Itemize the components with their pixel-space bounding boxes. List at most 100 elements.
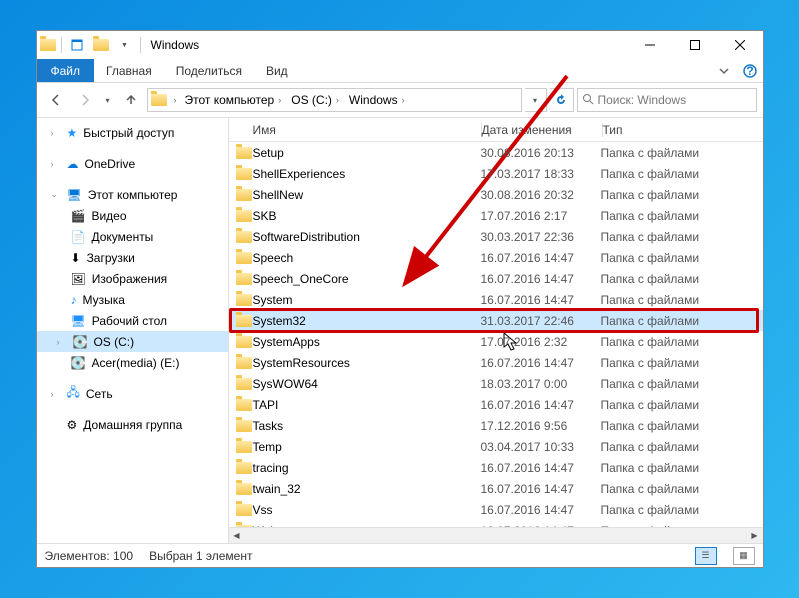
folder-icon: [229, 504, 253, 516]
breadcrumb-history-dropdown[interactable]: ▾: [525, 88, 547, 112]
file-type: Папка с файлами: [601, 146, 763, 160]
breadcrumb-item-folder[interactable]: Windows›: [345, 89, 411, 111]
nav-drive-e[interactable]: 💽Acer(media) (E:): [37, 352, 228, 373]
recent-dropdown[interactable]: ▾: [101, 87, 115, 113]
minimize-button[interactable]: [628, 31, 673, 59]
qat-customize-dropdown[interactable]: ▼: [114, 34, 136, 56]
file-row[interactable]: tracing16.07.2016 14:47Папка с файлами: [229, 457, 763, 478]
nav-video[interactable]: 🎬Видео: [37, 205, 228, 226]
file-name: TAPI: [253, 398, 481, 412]
file-type: Папка с файлами: [601, 503, 763, 517]
folder-icon: [229, 147, 253, 159]
desktop-icon: 🖥: [71, 314, 86, 328]
help-button[interactable]: ?: [737, 59, 763, 82]
file-row[interactable]: SystemApps17.07.2016 2:32Папка с файлами: [229, 331, 763, 352]
file-type: Папка с файлами: [601, 335, 763, 349]
search-icon: [582, 93, 594, 108]
file-type: Папка с файлами: [601, 293, 763, 307]
qat-new-folder-button[interactable]: [90, 34, 112, 56]
close-button[interactable]: [718, 31, 763, 59]
title-bar: ▼ Windows: [37, 31, 763, 59]
file-type: Папка с файлами: [601, 377, 763, 391]
selection-count: Выбран 1 элемент: [149, 549, 252, 563]
file-row[interactable]: Speech_OneCore16.07.2016 14:47Папка с фа…: [229, 268, 763, 289]
qat-properties-button[interactable]: [66, 34, 88, 56]
folder-icon: [229, 210, 253, 222]
folder-icon: [229, 357, 253, 369]
file-row[interactable]: SystemResources16.07.2016 14:47Папка с ф…: [229, 352, 763, 373]
file-row[interactable]: SysWOW6418.03.2017 0:00Папка с файлами: [229, 373, 763, 394]
svg-text:?: ?: [746, 64, 753, 78]
scroll-left-button[interactable]: ◀: [229, 528, 245, 544]
forward-button[interactable]: [72, 87, 98, 113]
horizontal-scrollbar[interactable]: ◀ ▶: [229, 527, 763, 543]
breadcrumb-item-drive[interactable]: OS (C:)›: [287, 89, 345, 111]
file-row[interactable]: SoftwareDistribution30.03.2017 22:36Папк…: [229, 226, 763, 247]
file-date: 16.07.2016 14:47: [481, 356, 601, 370]
scroll-right-button[interactable]: ▶: [747, 528, 763, 544]
nav-pictures[interactable]: 🖼Изображения: [37, 268, 228, 289]
file-row[interactable]: Temp03.04.2017 10:33Папка с файлами: [229, 436, 763, 457]
column-name[interactable]: Имя: [229, 123, 481, 137]
file-row[interactable]: Tasks17.12.2016 9:56Папка с файлами: [229, 415, 763, 436]
status-bar: Элементов: 100 Выбран 1 элемент ☰ ▦: [37, 543, 763, 567]
nav-this-pc[interactable]: ⌄🖥Этот компьютер: [37, 184, 228, 205]
details-view-button[interactable]: ☰: [695, 547, 717, 565]
file-name: ShellNew: [253, 188, 481, 202]
file-row[interactable]: ShellExperiences17.03.2017 18:33Папка с …: [229, 163, 763, 184]
chevron-right-icon[interactable]: ›: [170, 95, 181, 105]
tab-view[interactable]: Вид: [254, 59, 300, 82]
file-list[interactable]: Setup30.08.2016 20:13Папка с файламиShel…: [229, 142, 763, 527]
file-name: Vss: [253, 503, 481, 517]
file-row[interactable]: Vss16.07.2016 14:47Папка с файлами: [229, 499, 763, 520]
folder-icon: [229, 462, 253, 474]
file-row[interactable]: System3231.03.2017 22:46Папка с файлами: [229, 310, 763, 331]
search-input[interactable]: Поиск: Windows: [577, 88, 757, 112]
nav-documents[interactable]: 📄Документы: [37, 226, 228, 247]
folder-icon: [229, 231, 253, 243]
file-row[interactable]: twain_3216.07.2016 14:47Папка с файлами: [229, 478, 763, 499]
file-date: 18.03.2017 0:00: [481, 377, 601, 391]
file-date: 16.07.2016 14:47: [481, 524, 601, 528]
nav-network[interactable]: ›🖧Сеть: [37, 383, 228, 404]
maximize-button[interactable]: [673, 31, 718, 59]
file-date: 30.08.2016 20:13: [481, 146, 601, 160]
quick-access-toolbar: ▼: [59, 34, 143, 56]
file-row[interactable]: SKB17.07.2016 2:17Папка с файлами: [229, 205, 763, 226]
tab-home[interactable]: Главная: [94, 59, 164, 82]
file-row[interactable]: Setup30.08.2016 20:13Папка с файлами: [229, 142, 763, 163]
column-type[interactable]: Тип: [603, 123, 763, 137]
file-name: Temp: [253, 440, 481, 454]
folder-icon: [229, 399, 253, 411]
file-type: Папка с файлами: [601, 482, 763, 496]
column-headers: Имя Дата изменения Тип: [229, 118, 763, 142]
nav-music[interactable]: ♪Музыка: [37, 289, 228, 310]
file-row[interactable]: TAPI16.07.2016 14:47Папка с файлами: [229, 394, 763, 415]
file-name: SKB: [253, 209, 481, 223]
breadcrumb[interactable]: › Этот компьютер› OS (C:)› Windows›: [147, 88, 522, 112]
icons-view-button[interactable]: ▦: [733, 547, 755, 565]
file-row[interactable]: System16.07.2016 14:47Папка с файлами: [229, 289, 763, 310]
file-type: Папка с файлами: [601, 440, 763, 454]
folder-icon: [229, 420, 253, 432]
nav-drive-c[interactable]: ›💽OS (C:): [37, 331, 228, 352]
tab-share[interactable]: Поделиться: [164, 59, 254, 82]
breadcrumb-item-pc[interactable]: Этот компьютер›: [181, 89, 288, 111]
back-button[interactable]: [43, 87, 69, 113]
nav-homegroup[interactable]: ⚙Домашняя группа: [37, 414, 228, 435]
nav-onedrive[interactable]: ›☁OneDrive: [37, 153, 228, 174]
nav-quick-access[interactable]: ›★Быстрый доступ: [37, 122, 228, 143]
file-date: 30.08.2016 20:32: [481, 188, 601, 202]
nav-desktop[interactable]: 🖥Рабочий стол: [37, 310, 228, 331]
tab-file[interactable]: Файл: [37, 59, 95, 82]
expand-ribbon-button[interactable]: [711, 59, 737, 82]
refresh-button[interactable]: [550, 88, 574, 112]
nav-downloads[interactable]: ⬇Загрузки: [37, 247, 228, 268]
file-type: Папка с файлами: [601, 356, 763, 370]
up-button[interactable]: [118, 87, 144, 113]
file-row[interactable]: Speech16.07.2016 14:47Папка с файлами: [229, 247, 763, 268]
document-icon: 📄: [71, 230, 86, 244]
file-row[interactable]: Web16.07.2016 14:47Папка с файлами: [229, 520, 763, 527]
file-row[interactable]: ShellNew30.08.2016 20:32Папка с файлами: [229, 184, 763, 205]
column-date[interactable]: Дата изменения: [482, 123, 602, 137]
